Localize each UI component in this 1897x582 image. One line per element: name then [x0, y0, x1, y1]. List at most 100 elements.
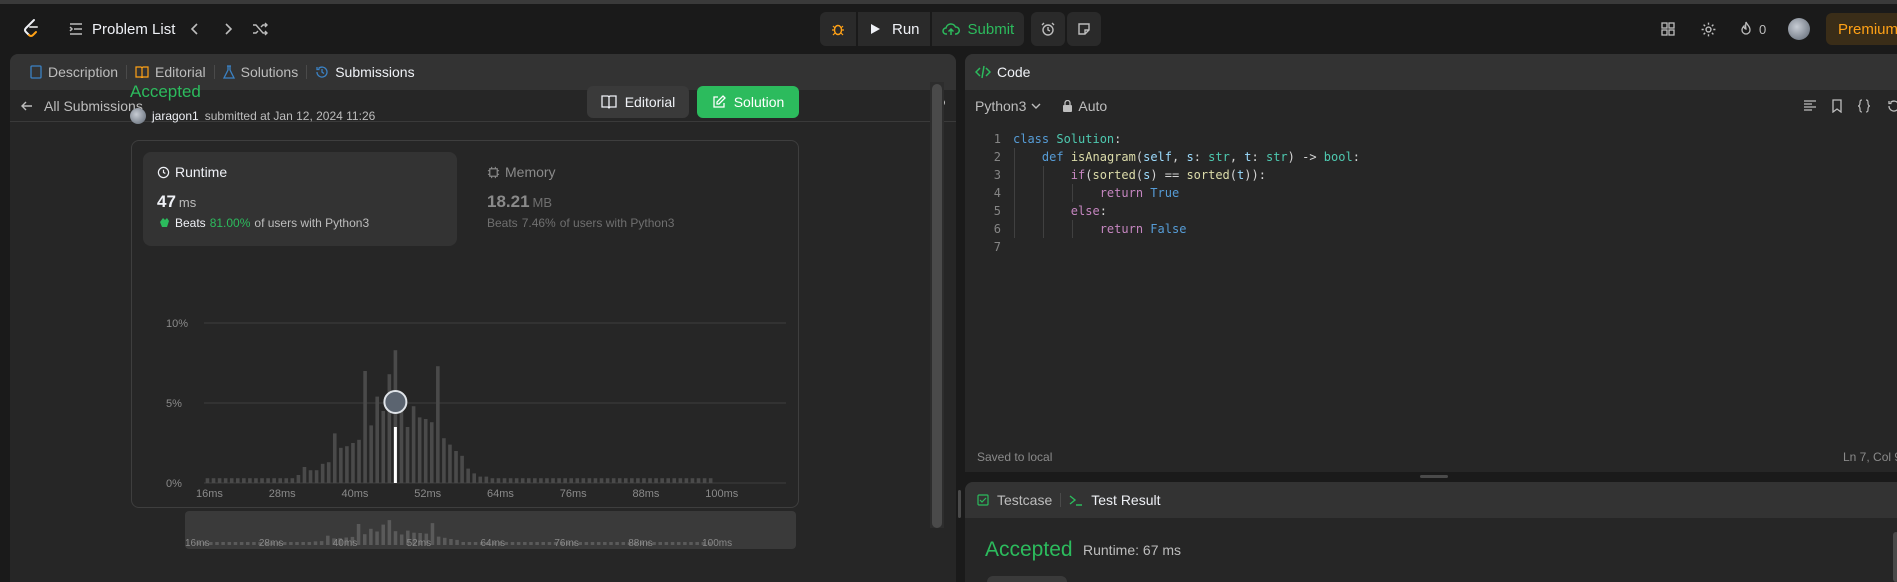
distribution-bar[interactable]: [708, 478, 713, 483]
leetcode-logo-icon[interactable]: [20, 17, 44, 41]
distribution-bar[interactable]: [320, 463, 325, 483]
distribution-bar[interactable]: [581, 478, 586, 483]
code-line[interactable]: 6 return False: [965, 220, 1897, 238]
distribution-bar[interactable]: [448, 444, 452, 483]
streak-counter[interactable]: 0: [1738, 4, 1766, 54]
distribution-bar[interactable]: [551, 478, 555, 483]
user-avatar-button[interactable]: [1788, 4, 1810, 54]
distribution-bar[interactable]: [363, 371, 367, 483]
braces-icon[interactable]: [1857, 99, 1871, 113]
distribution-bar[interactable]: [454, 451, 458, 483]
distribution-bar[interactable]: [690, 478, 695, 483]
distribution-bar[interactable]: [617, 478, 622, 483]
distribution-bar[interactable]: [508, 478, 513, 483]
distribution-bar[interactable]: [654, 478, 658, 483]
next-problem-button[interactable]: [221, 4, 235, 54]
distribution-bar[interactable]: [284, 478, 289, 483]
submit-button[interactable]: Submit: [931, 12, 1025, 46]
distribution-bar[interactable]: [260, 478, 264, 483]
distribution-bar[interactable]: [290, 478, 295, 483]
distribution-bar[interactable]: [205, 478, 210, 483]
distribution-bar[interactable]: [399, 409, 404, 483]
distribution-bar[interactable]: [696, 478, 701, 483]
code-line[interactable]: 2 def isAnagram(self, s: str, t: str) ->…: [965, 148, 1897, 166]
distribution-bar[interactable]: [314, 470, 319, 483]
distribution-bar[interactable]: [405, 427, 410, 483]
distribution-bar[interactable]: [345, 446, 349, 483]
distribution-bar[interactable]: [502, 478, 507, 483]
editorial-button[interactable]: Editorial: [587, 86, 689, 118]
code-line[interactable]: 5 else:: [965, 202, 1897, 220]
runtime-stat[interactable]: Runtime 47 ms Beats 81.00% of users with …: [143, 152, 457, 246]
distribution-bar[interactable]: [332, 433, 337, 483]
distribution-bar[interactable]: [630, 478, 634, 483]
distribution-bar[interactable]: [660, 478, 664, 483]
distribution-bar[interactable]: [520, 478, 525, 483]
distribution-bar[interactable]: [526, 478, 531, 483]
distribution-bar[interactable]: [611, 478, 616, 483]
distribution-bar[interactable]: [272, 478, 276, 483]
distribution-bar[interactable]: [326, 462, 331, 483]
distribution-bar[interactable]: [411, 406, 416, 483]
distribution-bar[interactable]: [242, 478, 246, 483]
distribution-bar[interactable]: [436, 366, 440, 483]
distribution-bar[interactable]: [490, 478, 495, 483]
premium-button[interactable]: Premium: [1826, 13, 1897, 45]
code-line[interactable]: 3 if(sorted(s) == sorted(t)):: [965, 166, 1897, 184]
case-button[interactable]: [987, 576, 1067, 582]
reset-icon[interactable]: [1887, 99, 1897, 113]
memory-stat[interactable]: Memory 18.21 MB Beats 7.46% of users with…: [473, 152, 787, 246]
tab-description[interactable]: Description: [22, 64, 126, 80]
distribution-bar[interactable]: [587, 478, 592, 483]
tab-test-result[interactable]: Test Result: [1091, 492, 1160, 508]
distribution-bar[interactable]: [478, 476, 483, 483]
distribution-bar[interactable]: [223, 478, 228, 483]
code-line[interactable]: 4 return True: [965, 184, 1897, 202]
distribution-bar[interactable]: [381, 411, 386, 483]
distribution-bar[interactable]: [496, 478, 501, 483]
back-arrow-icon[interactable]: [20, 99, 34, 113]
bookmark-icon[interactable]: [1831, 99, 1843, 113]
distribution-bar[interactable]: [339, 447, 343, 483]
format-icon[interactable]: [1803, 99, 1817, 113]
distribution-bar[interactable]: [217, 478, 222, 483]
problem-list-button[interactable]: Problem List: [68, 4, 175, 54]
distribution-bar[interactable]: [357, 439, 361, 483]
prev-problem-button[interactable]: [188, 4, 202, 54]
distribution-bar[interactable]: [235, 478, 240, 483]
distribution-bar[interactable]: [648, 478, 652, 483]
your-runtime-bar[interactable]: [393, 427, 397, 483]
all-submissions-link[interactable]: All Submissions: [44, 98, 143, 114]
distribution-bar[interactable]: [605, 478, 610, 483]
random-problem-button[interactable]: [252, 4, 268, 54]
distribution-bar[interactable]: [575, 478, 580, 483]
distribution-bar[interactable]: [429, 422, 434, 483]
distribution-bar[interactable]: [684, 478, 689, 483]
horizontal-resize-handle[interactable]: [1420, 475, 1448, 478]
runtime-distribution-chart[interactable]: 10% 5% 0% 16ms 28ms 40ms 52ms 64ms 76ms 88ms 100ms…: [160, 306, 800, 556]
distribution-bar[interactable]: [387, 374, 392, 483]
distribution-bar[interactable]: [308, 470, 313, 483]
submitter-username[interactable]: jaragon1: [152, 109, 199, 123]
tab-solutions[interactable]: Solutions: [215, 64, 307, 80]
debug-button[interactable]: [820, 12, 856, 46]
distribution-bar[interactable]: [593, 478, 598, 483]
distribution-bar[interactable]: [569, 478, 574, 483]
distribution-bar[interactable]: [702, 478, 707, 483]
code-line[interactable]: 1 class Solution:: [965, 130, 1897, 148]
distribution-bar[interactable]: [302, 467, 307, 483]
auto-mode-toggle[interactable]: Auto: [1062, 98, 1107, 114]
timer-button[interactable]: [1031, 12, 1065, 46]
distribution-bar[interactable]: [539, 478, 543, 483]
distribution-bar[interactable]: [296, 475, 301, 483]
distribution-bar[interactable]: [266, 478, 270, 483]
distribution-bar[interactable]: [623, 478, 628, 483]
distribution-bar[interactable]: [278, 478, 283, 483]
left-scrollbar-thumb[interactable]: [932, 84, 942, 528]
result-scrollbar[interactable]: [1893, 532, 1897, 582]
distribution-bar[interactable]: [557, 478, 561, 483]
layout-button[interactable]: [1660, 4, 1676, 54]
distribution-bar[interactable]: [545, 478, 549, 483]
tab-editorial[interactable]: Editorial: [127, 64, 214, 80]
distribution-bar[interactable]: [678, 478, 683, 483]
